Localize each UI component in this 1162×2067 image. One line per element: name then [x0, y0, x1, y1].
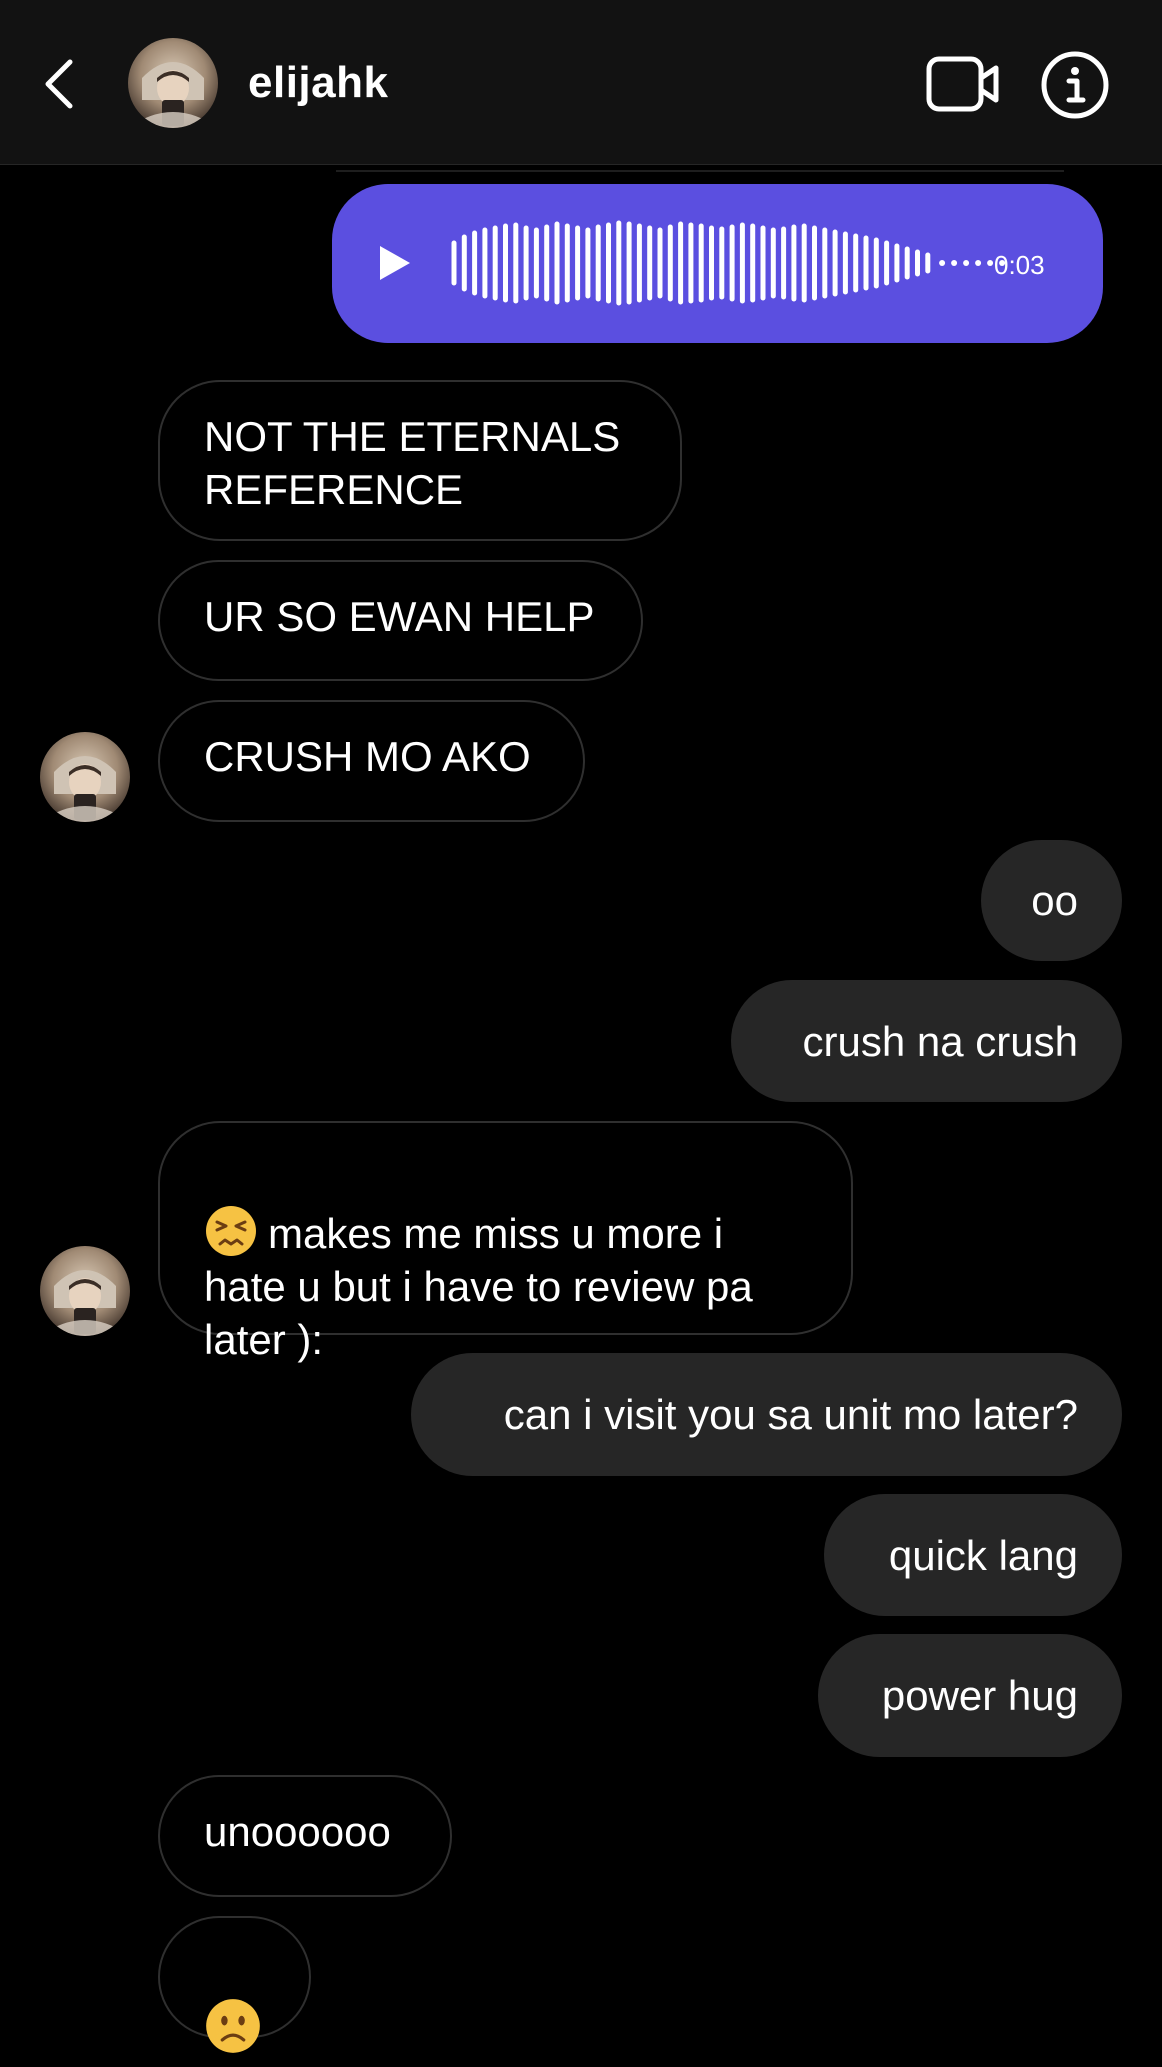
divider [336, 170, 1064, 172]
frowning-face-emoji [206, 1999, 260, 2053]
chat-header: elijahk [0, 0, 1162, 165]
sender-avatar[interactable] [40, 1246, 130, 1336]
sender-avatar[interactable] [40, 732, 130, 822]
info-button[interactable] [1040, 50, 1110, 120]
persevering-face-emoji [206, 1206, 256, 1256]
message-outgoing[interactable]: power hug [818, 1634, 1122, 1757]
message-incoming[interactable]: unoooooo [158, 1775, 452, 1897]
voice-duration: 0:03 [994, 250, 1045, 280]
message-outgoing[interactable]: quick lang [824, 1494, 1122, 1616]
video-call-button[interactable] [926, 56, 1000, 112]
message-text: makes me miss u more i hate u but i have… [204, 1210, 753, 1363]
message-outgoing[interactable]: crush na crush [731, 980, 1122, 1102]
chat-username[interactable]: elijahk [248, 58, 388, 108]
message-outgoing[interactable]: can i visit you sa unit mo later? [411, 1353, 1122, 1476]
back-button[interactable] [36, 44, 92, 124]
video-call-icon [926, 56, 999, 112]
voice-message-bubble[interactable]: 0:03 [332, 184, 1103, 343]
message-outgoing[interactable]: oo [981, 840, 1122, 961]
message-incoming[interactable]: makes me miss u more i hate u but i have… [158, 1121, 853, 1363]
info-icon [1041, 51, 1109, 119]
waveform [380, 220, 1006, 306]
message-incoming[interactable]: NOT THE ETERNALS REFERENCE [158, 380, 682, 541]
message-incoming[interactable]: CRUSH MO AKO [158, 700, 585, 822]
header-avatar[interactable] [128, 38, 218, 128]
message-incoming[interactable] [158, 1916, 311, 2053]
message-incoming[interactable]: UR SO EWAN HELP [158, 560, 643, 681]
back-chevron-icon [45, 59, 73, 109]
play-icon [380, 246, 410, 280]
